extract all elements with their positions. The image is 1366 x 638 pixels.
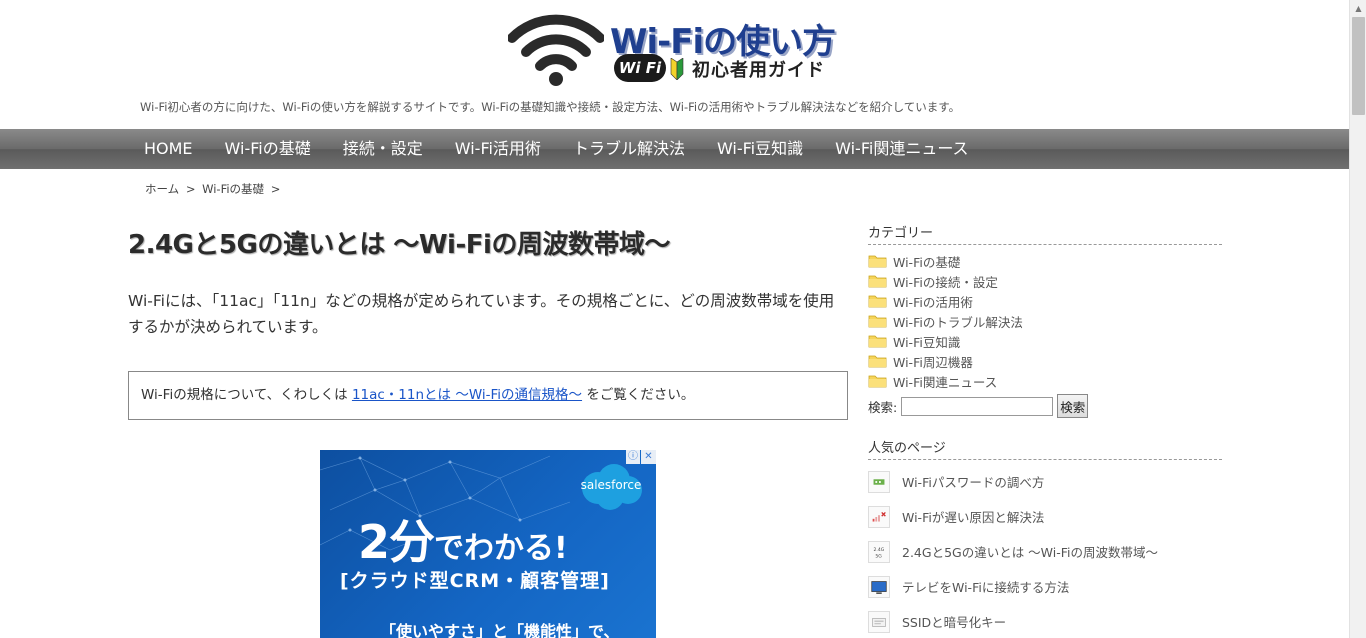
- folder-icon: [868, 355, 887, 368]
- popular-item[interactable]: Wi-Fiパスワードの調べ方: [868, 464, 1222, 499]
- svg-text:2.4G: 2.4G: [874, 547, 885, 553]
- page-scrollbar[interactable]: ▲: [1349, 0, 1366, 638]
- frequency-thumbnail-icon: 2.4G5G: [868, 540, 890, 563]
- nav-troubleshooting[interactable]: トラブル解決法: [557, 129, 701, 169]
- popular-heading: 人気のページ: [868, 437, 1222, 460]
- intro-paragraph: Wi-Fiには、「11ac」「11n」などの規格が定められています。その規格ごと…: [128, 292, 835, 336]
- nav-wifi-trivia[interactable]: Wi-Fi豆知識: [701, 129, 819, 169]
- breadcrumb-home[interactable]: ホーム: [145, 182, 179, 196]
- nav-home[interactable]: HOME: [128, 129, 209, 169]
- popular-item[interactable]: Wi-Fiが遅い原因と解決法: [868, 499, 1222, 534]
- ad-headline: 2分でわかる!: [358, 506, 568, 572]
- note-prefix: Wi-Fiの規格について、くわしくは: [141, 387, 348, 403]
- ad-headline-big: 2分: [358, 515, 435, 569]
- category-item[interactable]: Wi-Fiの接続・設定: [868, 271, 1222, 291]
- folder-icon: [868, 295, 887, 308]
- wifi-badge-icon: Wi Fi: [614, 54, 666, 82]
- category-item[interactable]: Wi-Fiの活用術: [868, 291, 1222, 311]
- site-header: Wi-Fiの使い方 Wi Fi 初心者用ガイド Wi-Fi初心者の方に向けた、W…: [0, 0, 1349, 129]
- sidebar: カテゴリー Wi-Fiの基礎 Wi-Fiの接続・設定 Wi-Fiの活用術 Wi-…: [868, 222, 1222, 638]
- popular-item[interactable]: テレビをWi-Fiに接続する方法: [868, 569, 1222, 604]
- category-item[interactable]: Wi-Fi関連ニュース: [868, 371, 1222, 391]
- note-suffix: をご覧ください。: [586, 387, 695, 403]
- svg-text:5G: 5G: [875, 553, 882, 559]
- ad-subheadline: [クラウド型CRM・顧客管理]: [340, 570, 610, 592]
- category-item[interactable]: Wi-Fiの基礎: [868, 251, 1222, 271]
- folder-icon: [868, 275, 887, 288]
- related-note-box: Wi-Fiの規格について、くわしくは 11ac・11nとは ～Wi-Fiの通信規…: [128, 371, 848, 420]
- nav-connection-settings[interactable]: 接続・設定: [327, 129, 439, 169]
- ad-brand: salesforce: [580, 478, 642, 492]
- category-item[interactable]: Wi-Fi周辺機器: [868, 351, 1222, 371]
- slow-wifi-thumbnail-icon: [868, 505, 890, 528]
- category-list: Wi-Fiの基礎 Wi-Fiの接続・設定 Wi-Fiの活用術 Wi-Fiのトラブ…: [868, 251, 1222, 391]
- folder-icon: [868, 335, 887, 348]
- popular-list: Wi-Fiパスワードの調べ方 Wi-Fiが遅い原因と解決法 2.4G 5G 2.4…: [868, 464, 1222, 638]
- folder-icon: [868, 375, 887, 388]
- search-input[interactable]: [901, 396, 1054, 416]
- scrollbar-thumb[interactable]: [1352, 17, 1365, 115]
- ad-close-icon[interactable]: ✕: [641, 450, 656, 464]
- category-item[interactable]: Wi-Fi豆知識: [868, 331, 1222, 351]
- ad-info-icon[interactable]: ⓘ: [626, 450, 640, 464]
- ad-headline-small: でわかる!: [434, 531, 568, 566]
- scroll-up-arrow-icon[interactable]: ▲: [1350, 0, 1366, 17]
- nav-wifi-tips[interactable]: Wi-Fi活用術: [439, 129, 557, 169]
- breadcrumb-separator: >: [185, 182, 196, 196]
- ad-banner[interactable]: salesforce ⓘ ✕ 2分でわかる! [クラウド型CRM・顧客管理] 「…: [320, 450, 656, 638]
- search-form: 検索: 検索: [868, 394, 1222, 418]
- popular-pages: 人気のページ Wi-Fiパスワードの調べ方 Wi-Fiが遅い原因と解決法 2.4…: [868, 437, 1222, 638]
- breadcrumb-category[interactable]: Wi-Fiの基礎: [202, 182, 264, 196]
- site-tagline: Wi-Fi初心者の方に向けた、Wi-Fiの使い方を解説するサイトです。Wi-Fi…: [140, 100, 961, 114]
- site-subtitle: 初心者用ガイド: [692, 60, 825, 81]
- site-logo[interactable]: Wi-Fiの使い方 Wi Fi 初心者用ガイド: [508, 12, 848, 88]
- popular-item[interactable]: SSIDと暗号化キー: [868, 604, 1222, 638]
- popular-item[interactable]: 2.4G 5G 2.4Gと5Gの違いとは ～Wi-Fiの周波数帯域～: [868, 534, 1222, 569]
- nav-wifi-basics[interactable]: Wi-Fiの基礎: [209, 129, 327, 169]
- search-label: 検索:: [868, 399, 898, 415]
- main-nav: HOME Wi-Fiの基礎 接続・設定 Wi-Fi活用術 トラブル解決法 Wi-…: [0, 129, 1349, 169]
- breadcrumb-separator: >: [270, 182, 281, 196]
- folder-icon: [868, 315, 887, 328]
- categories-heading: カテゴリー: [868, 222, 1222, 245]
- nav-wifi-news[interactable]: Wi-Fi関連ニュース: [819, 129, 984, 169]
- tv-thumbnail-icon: [868, 575, 890, 598]
- wifi-icon: [508, 14, 604, 86]
- ssid-thumbnail-icon: [868, 610, 890, 633]
- page-title: 2.4Gと5Gの違いとは ～Wi-Fiの周波数帯域～: [128, 230, 670, 260]
- search-button[interactable]: 検索: [1057, 394, 1089, 418]
- beginner-mark-icon: [670, 58, 684, 80]
- category-item[interactable]: Wi-Fiのトラブル解決法: [868, 311, 1222, 331]
- folder-icon: [868, 255, 887, 268]
- ad-tagline: 「使いやすさ」と「機能性」で、: [380, 622, 620, 638]
- password-thumbnail-icon: [868, 470, 890, 493]
- standards-link[interactable]: 11ac・11nとは ～Wi-Fiの通信規格～: [352, 387, 582, 403]
- breadcrumb: ホーム > Wi-Fiの基礎 >: [145, 181, 283, 197]
